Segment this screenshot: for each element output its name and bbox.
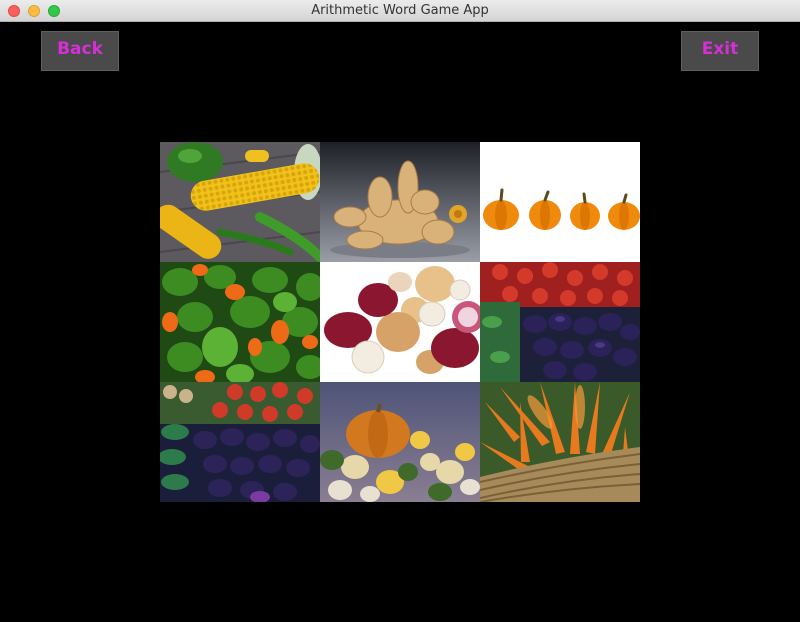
title-bar: Arithmetic Word Game App — [0, 0, 800, 22]
ginger-root-image — [320, 142, 480, 262]
tile-tomatoes-and-eggplants[interactable] — [480, 262, 640, 382]
tomatoes-and-eggplants-image — [480, 262, 640, 382]
bell-peppers-image — [160, 262, 320, 382]
window-title: Arithmetic Word Game App — [311, 3, 489, 18]
tile-carrots-in-basket[interactable] — [480, 382, 640, 502]
tile-pumpkin-and-gourds[interactable] — [320, 382, 480, 502]
exit-button[interactable]: Exit — [681, 31, 759, 71]
carrots-in-basket-image — [480, 382, 640, 502]
corn-and-peppers-image — [160, 142, 320, 262]
tile-corn-and-peppers[interactable] — [160, 142, 320, 262]
vegetable-image-grid — [160, 142, 640, 502]
onions-and-garlic-image — [320, 262, 480, 382]
tile-ginger-root[interactable] — [320, 142, 480, 262]
back-button[interactable]: Back — [41, 31, 119, 71]
pumpkins-row-image — [480, 142, 640, 262]
tile-onions-and-garlic[interactable] — [320, 262, 480, 382]
pumpkin-and-gourds-image — [320, 382, 480, 502]
eggplants-and-tomatoes-image — [160, 382, 320, 502]
app-window: Arithmetic Word Game App Back Exit — [0, 0, 800, 622]
tile-pumpkins-row[interactable] — [480, 142, 640, 262]
tile-eggplants-and-tomatoes[interactable] — [160, 382, 320, 502]
tile-bell-peppers[interactable] — [160, 262, 320, 382]
